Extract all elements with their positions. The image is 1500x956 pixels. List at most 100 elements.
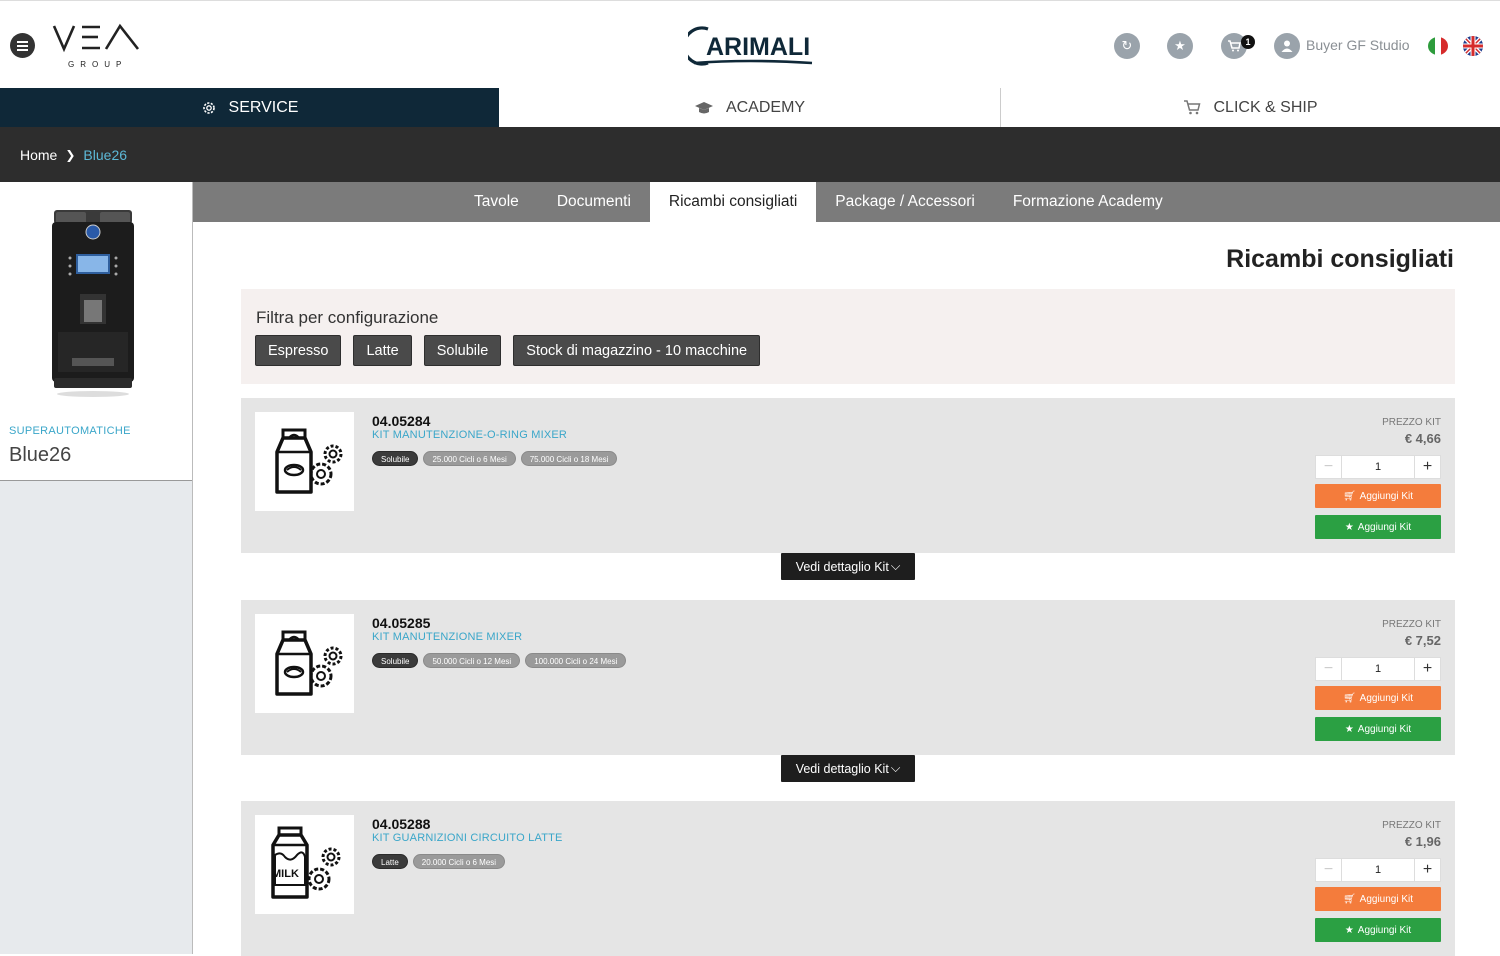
filter-panel: Filtra per configurazione Espresso Latte… xyxy=(241,289,1455,384)
quantity-increase-button[interactable]: + xyxy=(1414,658,1440,680)
kit-detail-button[interactable]: Vedi dettaglio Kit ⌵ xyxy=(781,553,915,580)
filter-latte-button[interactable]: Latte xyxy=(353,335,412,366)
graduation-cap-icon xyxy=(694,101,713,113)
sub-nav: Tavole Documenti Ricambi consigliati Pac… xyxy=(193,182,1500,222)
price-label: PREZZO KIT xyxy=(1382,820,1441,831)
add-to-cart-label: Aggiungi Kit xyxy=(1359,692,1414,704)
filter-solubile-button[interactable]: Solubile xyxy=(423,335,502,366)
coffee-machine-image xyxy=(52,210,134,397)
kit-name[interactable]: KIT MANUTENZIONE-O-RING MIXER xyxy=(372,429,567,441)
kit-tags: Latte 20.000 Cicli o 6 Mesi xyxy=(372,854,506,869)
vea-logo-subtext: GROUP xyxy=(68,60,128,69)
kit-row: 04.05285 KIT MANUTENZIONE MIXER Solubile… xyxy=(241,600,1455,755)
chevron-right-icon: ❯ xyxy=(65,147,76,162)
tab-academy[interactable]: ACADEMY xyxy=(499,88,1001,127)
vea-logo-mark xyxy=(52,23,140,53)
tab-documenti[interactable]: Documenti xyxy=(538,182,650,222)
filter-espresso-button[interactable]: Espresso xyxy=(255,335,342,366)
tab-package-accessori[interactable]: Package / Accessori xyxy=(816,182,994,222)
star-icon: ★ xyxy=(1344,723,1354,735)
top-header: GROUP ARIMALI ↻ ★ 1 Buyer GF Studio xyxy=(0,0,1500,88)
kit-name[interactable]: KIT MANUTENZIONE MIXER xyxy=(372,631,522,643)
kit-detail-label: Vedi dettaglio Kit xyxy=(795,559,889,574)
add-to-favorites-label: Aggiungi Kit xyxy=(1357,521,1412,533)
tab-click-ship-label: CLICK & SHIP xyxy=(1213,98,1318,116)
quantity-input[interactable]: 1 xyxy=(1342,859,1414,881)
kit-tag: Latte xyxy=(372,854,408,869)
refresh-icon[interactable]: ↻ xyxy=(1114,33,1140,59)
vea-group-logo[interactable]: GROUP xyxy=(52,23,142,69)
kit-tag: 20.000 Cicli o 6 Mesi xyxy=(412,854,506,869)
kit-tag: 50.000 Cicli o 12 Mesi xyxy=(423,653,521,668)
price-label: PREZZO KIT xyxy=(1382,619,1441,630)
add-to-cart-label: Aggiungi Kit xyxy=(1359,490,1414,502)
quantity-input[interactable]: 1 xyxy=(1342,456,1414,478)
flag-it-icon[interactable] xyxy=(1428,37,1448,55)
add-to-cart-button[interactable]: 🛒︎ Aggiungi Kit xyxy=(1315,686,1441,710)
star-icon: ★ xyxy=(1344,924,1354,936)
add-to-favorites-button[interactable]: ★ Aggiungi Kit xyxy=(1315,717,1441,741)
add-to-favorites-button[interactable]: ★ Aggiungi Kit xyxy=(1315,918,1441,942)
kit-detail-button[interactable]: Vedi dettaglio Kit ⌵ xyxy=(781,755,915,782)
breadcrumb-home[interactable]: Home xyxy=(20,147,57,163)
quantity-increase-button[interactable]: + xyxy=(1414,456,1440,478)
tab-academy-label: ACADEMY xyxy=(725,98,806,116)
menu-icon[interactable] xyxy=(10,33,35,58)
add-to-cart-label: Aggiungi Kit xyxy=(1359,893,1414,905)
kit-detail-label: Vedi dettaglio Kit xyxy=(795,761,889,776)
milk-label-text: MILK xyxy=(272,868,299,880)
add-to-favorites-button[interactable]: ★ Aggiungi Kit xyxy=(1315,515,1441,539)
kit-tag: 25.000 Cicli o 6 Mesi xyxy=(423,451,516,466)
kit-price: € 4,66 xyxy=(1404,431,1441,446)
star-icon[interactable]: ★ xyxy=(1167,33,1193,59)
kit-price: € 7,52 xyxy=(1404,633,1441,648)
quantity-decrease-button[interactable]: − xyxy=(1316,658,1342,680)
flag-uk-icon[interactable] xyxy=(1463,36,1483,56)
kit-tag: Solubile xyxy=(372,653,419,668)
kit-tag: 100.000 Cicli o 24 Mesi xyxy=(525,653,627,668)
tab-tavole[interactable]: Tavole xyxy=(455,182,538,222)
cart-icon: 🛒︎ xyxy=(1342,692,1356,704)
add-to-favorites-label: Aggiungi Kit xyxy=(1357,723,1412,735)
sidebar: SUPERAUTOMATICHE Blue26 xyxy=(0,182,193,954)
add-to-cart-button[interactable]: 🛒︎ Aggiungi Kit xyxy=(1315,887,1441,911)
filter-buttons: Espresso Latte Solubile Stock di magazzi… xyxy=(255,335,761,366)
quantity-stepper: − 1 + xyxy=(1315,455,1441,479)
cart-icon: 🛒︎ xyxy=(1342,490,1356,502)
carimali-logo[interactable]: ARIMALI xyxy=(682,23,816,67)
tab-ricambi-consigliati[interactable]: Ricambi consigliati xyxy=(649,182,817,222)
kit-tag: 75.000 Cicli o 18 Mesi xyxy=(520,451,618,466)
filter-label: Filtra per configurazione xyxy=(256,308,439,327)
tab-click-ship[interactable]: CLICK & SHIP xyxy=(1001,88,1500,127)
tab-formazione-academy[interactable]: Formazione Academy xyxy=(994,182,1182,222)
kit-name[interactable]: KIT GUARNIZIONI CIRCUITO LATTE xyxy=(372,832,563,844)
page-title: Ricambi consigliati xyxy=(1226,245,1454,273)
filter-stock-button[interactable]: Stock di magazzino - 10 macchine xyxy=(513,335,761,366)
cart-icon: 🛒︎ xyxy=(1342,893,1356,905)
chevron-down-icon: ⌵ xyxy=(890,559,901,573)
kit-row: 04.05284 KIT MANUTENZIONE-O-RING MIXER S… xyxy=(241,398,1455,553)
add-to-cart-button[interactable]: 🛒︎ Aggiungi Kit xyxy=(1315,484,1441,508)
kit-tag: Solubile xyxy=(372,451,419,466)
cart-icon xyxy=(1184,100,1201,115)
carimali-logo-mark: ARIMALI xyxy=(682,26,813,66)
tab-service[interactable]: SERVICE xyxy=(0,88,499,127)
kit-code: 04.05285 xyxy=(372,615,431,631)
product-category[interactable]: SUPERAUTOMATICHE xyxy=(9,425,131,437)
breadcrumb-current[interactable]: Blue26 xyxy=(83,147,127,163)
kit-price: € 1,96 xyxy=(1404,834,1441,849)
kit-row: MILK 04.05288 KIT GUARNIZIONI CIRCUITO L… xyxy=(241,801,1455,956)
quantity-decrease-button[interactable]: − xyxy=(1316,859,1342,881)
main-nav: SERVICE ACADEMY CLICK & SHIP xyxy=(0,88,1500,127)
gear-icon xyxy=(202,101,215,114)
coffee-bag-gear-icon xyxy=(255,412,354,511)
quantity-increase-button[interactable]: + xyxy=(1414,859,1440,881)
quantity-stepper: − 1 + xyxy=(1315,858,1441,882)
quantity-decrease-button[interactable]: − xyxy=(1316,456,1342,478)
quantity-input[interactable]: 1 xyxy=(1342,658,1414,680)
star-icon: ★ xyxy=(1344,521,1354,533)
coffee-bag-gear-icon xyxy=(255,614,354,713)
kit-tags: Solubile 50.000 Cicli o 12 Mesi 100.000 … xyxy=(372,653,627,668)
user-icon[interactable] xyxy=(1274,33,1300,59)
user-name[interactable]: Buyer GF Studio xyxy=(1306,37,1410,53)
